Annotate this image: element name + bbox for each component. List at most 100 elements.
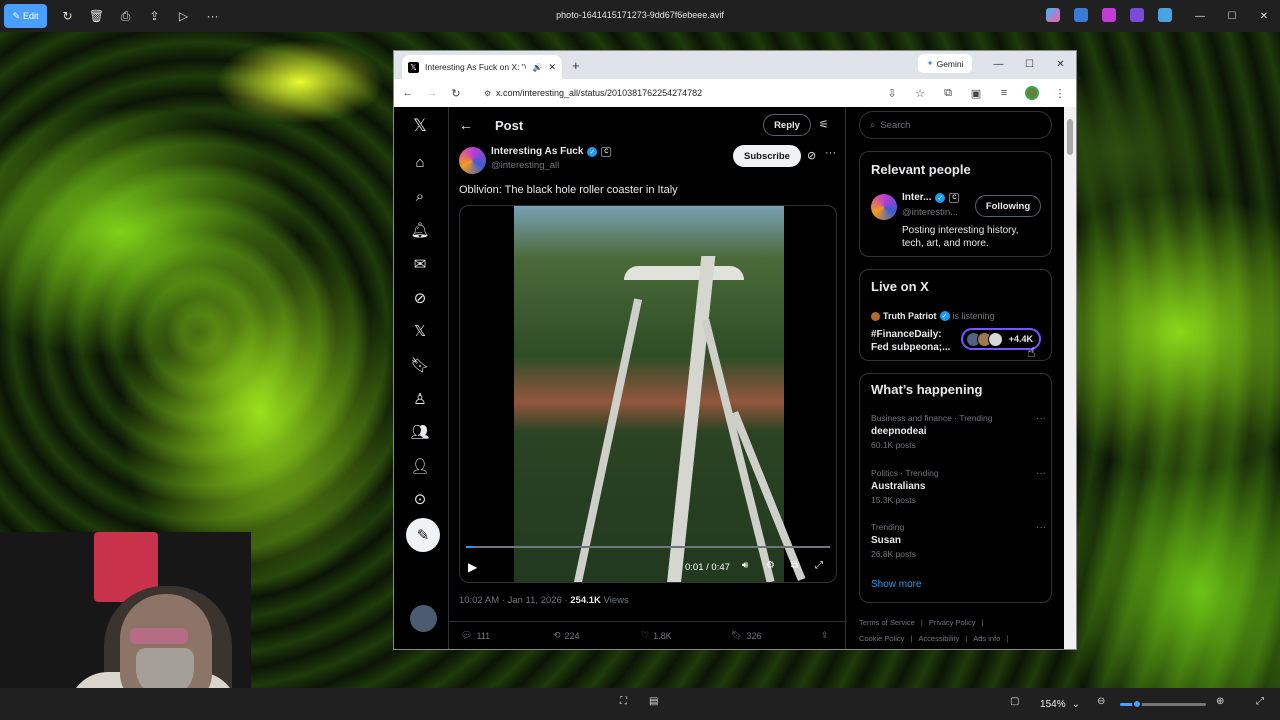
new-tab-icon[interactable]: + [572, 58, 580, 73]
author-handle[interactable]: @interesting_all [491, 160, 559, 171]
gemini-button[interactable]: ✦ Gemini [918, 54, 972, 73]
live-space-title[interactable]: #FinanceDaily: Fed subpeona;... [871, 328, 961, 354]
repost-action[interactable]: ⟲ 224 [553, 630, 580, 641]
profile-avatar[interactable] [1020, 81, 1044, 105]
zoom-in-icon[interactable]: ⊕ [1216, 696, 1224, 707]
tab-close-icon[interactable]: ✕ [548, 62, 556, 73]
profile-icon[interactable]: 👤︎ [409, 455, 431, 477]
zoom-slider[interactable] [1120, 699, 1206, 709]
settings-gear-icon[interactable]: ⚙ [766, 560, 775, 571]
messages-icon[interactable]: ✉ [409, 253, 431, 275]
bookmark-action[interactable]: 🔖︎ 326 [731, 630, 761, 641]
maximize-icon[interactable]: ☐ [1014, 51, 1045, 77]
author-avatar[interactable] [459, 147, 486, 174]
close-icon[interactable]: ✕ [1248, 0, 1280, 32]
search-icon[interactable]: ⌕ [409, 185, 431, 207]
crop-icon[interactable]: ⛶ [620, 696, 627, 707]
communities-icon[interactable]: 👥︎ [409, 421, 431, 443]
install-icon[interactable]: ⇩ [880, 81, 904, 105]
share-action[interactable]: ⇪ [821, 630, 829, 641]
maximize-icon[interactable]: ☐ [1216, 0, 1248, 32]
trend-item[interactable]: Trending Susan 26.8K posts ··· [871, 522, 1046, 559]
fit-to-window-icon[interactable]: ▢ [1010, 696, 1019, 707]
share-icon[interactable]: ⇪ [140, 4, 169, 28]
extensions-icon[interactable]: ⧉ [936, 81, 960, 105]
delete-icon[interactable]: 🗑 [82, 4, 111, 28]
more-options-icon[interactable]: ··· [1036, 468, 1046, 479]
bookmarks-icon[interactable]: 🔖︎ [409, 354, 431, 376]
speaker-icon[interactable]: 🔊 [532, 63, 542, 72]
app-icon[interactable] [1074, 8, 1088, 22]
person-avatar[interactable] [871, 194, 897, 220]
compose-post-button[interactable]: ✎ [406, 518, 440, 552]
footer-link[interactable]: Cookie Policy [859, 634, 904, 643]
more-options-icon[interactable]: ··· [1036, 413, 1046, 424]
more-options-icon[interactable]: ··· [198, 4, 227, 28]
app-icon[interactable] [1102, 8, 1116, 22]
more-options-icon[interactable]: ··· [1036, 522, 1046, 533]
edit-button[interactable]: ✎ Edit [4, 4, 47, 28]
more-icon[interactable]: ⊙ [409, 488, 431, 510]
reply-button[interactable]: Reply [763, 114, 811, 136]
account-avatar[interactable] [410, 605, 437, 632]
page-scrollbar[interactable] [1064, 107, 1076, 649]
minimize-icon[interactable]: — [1184, 0, 1216, 32]
cloud-icon[interactable] [1158, 8, 1172, 22]
grok-icon[interactable]: ⊘ [807, 149, 816, 162]
browser-tab[interactable]: 𝕏 Interesting As Fuck on X: "O 🔊 ✕ [402, 55, 562, 79]
x-logo-icon[interactable]: 𝕏 [409, 115, 431, 137]
notifications-icon[interactable]: 🔔︎ [409, 219, 431, 241]
more-options-icon[interactable]: ··· [825, 147, 836, 159]
split-view-icon[interactable]: ▣ [964, 81, 988, 105]
reload-icon[interactable]: ↻ [444, 81, 468, 105]
subscribe-button[interactable]: Subscribe [733, 145, 801, 167]
trend-item[interactable]: Business and finance · Trending deepnode… [871, 413, 1046, 450]
repost-count: 224 [564, 630, 580, 641]
reply-action[interactable]: 💬︎ 111 [461, 630, 490, 641]
footer-link[interactable]: Ads info [973, 634, 1000, 643]
premium-icon[interactable]: 𝕏 [409, 320, 431, 342]
copilot-icon[interactable] [1046, 8, 1060, 22]
zoom-out-icon[interactable]: ⊖ [1097, 696, 1105, 707]
text-recognition-icon[interactable]: ▤ [649, 696, 658, 707]
footer-link[interactable]: Terms of Service [859, 618, 915, 627]
live-host[interactable]: Truth Patriot ✓ is listening [871, 311, 995, 321]
video-progress-bar[interactable] [466, 546, 830, 548]
scrollbar-thumb[interactable] [1067, 119, 1073, 155]
print-icon[interactable]: ⎙ [111, 4, 140, 28]
back-arrow-icon[interactable]: ← [459, 117, 473, 133]
video-player[interactable]: ▶ 0:01 / 0:47 🔊︎ ⚙ ⧉ ⤢ [459, 205, 837, 583]
author-name-row[interactable]: Interesting As Fuck ✓ C [491, 146, 612, 157]
zoom-dropdown[interactable]: 154% ⌄ [1031, 694, 1089, 714]
footer-link[interactable]: Privacy Policy [929, 618, 976, 627]
person-name-row[interactable]: Inter... ✓ C [902, 192, 960, 203]
bookmark-star-icon[interactable]: ☆ [908, 81, 932, 105]
play-icon[interactable]: ▶ [468, 560, 477, 574]
close-icon[interactable]: ✕ [1045, 51, 1076, 77]
volume-icon[interactable]: 🔊︎ [742, 560, 748, 571]
app-icon[interactable] [1130, 8, 1144, 22]
footer-link[interactable]: Accessibility [918, 634, 959, 643]
trend-item[interactable]: Politics · Trending Australians 15.3K po… [871, 468, 1046, 505]
rotate-icon[interactable]: ↻ [53, 4, 82, 28]
slideshow-icon[interactable]: ▷ [169, 4, 198, 28]
fullscreen-icon[interactable]: ⤢ [815, 560, 823, 571]
fullscreen-icon[interactable]: ⤢ [1256, 696, 1264, 707]
show-more-link[interactable]: Show more [871, 579, 922, 590]
reading-list-icon[interactable]: ≡ [992, 81, 1016, 105]
minimize-icon[interactable]: — [983, 51, 1014, 77]
grok-icon[interactable]: ⊘ [409, 287, 431, 309]
post-timestamp[interactable]: 10:02 AM · Jan 11, 2026 · [459, 595, 570, 606]
forward-icon[interactable]: → [420, 81, 444, 105]
settings-sliders-icon[interactable]: ⚟ [819, 118, 829, 131]
following-button[interactable]: Following [975, 195, 1041, 217]
home-icon[interactable]: ⌂ [409, 151, 431, 173]
like-action[interactable]: ♡ 1.8K [641, 630, 672, 641]
search-input[interactable]: ⌕ Search [859, 111, 1052, 139]
jobs-icon[interactable]: ♙ [409, 388, 431, 410]
menu-icon[interactable]: ⋮ [1048, 81, 1072, 105]
address-bar[interactable]: ⚙ x.com/interesting_all/status/201038176… [478, 82, 898, 104]
back-icon[interactable]: ← [396, 81, 420, 105]
pip-icon[interactable]: ⧉ [791, 560, 798, 571]
site-info-icon[interactable]: ⚙ [484, 89, 491, 98]
